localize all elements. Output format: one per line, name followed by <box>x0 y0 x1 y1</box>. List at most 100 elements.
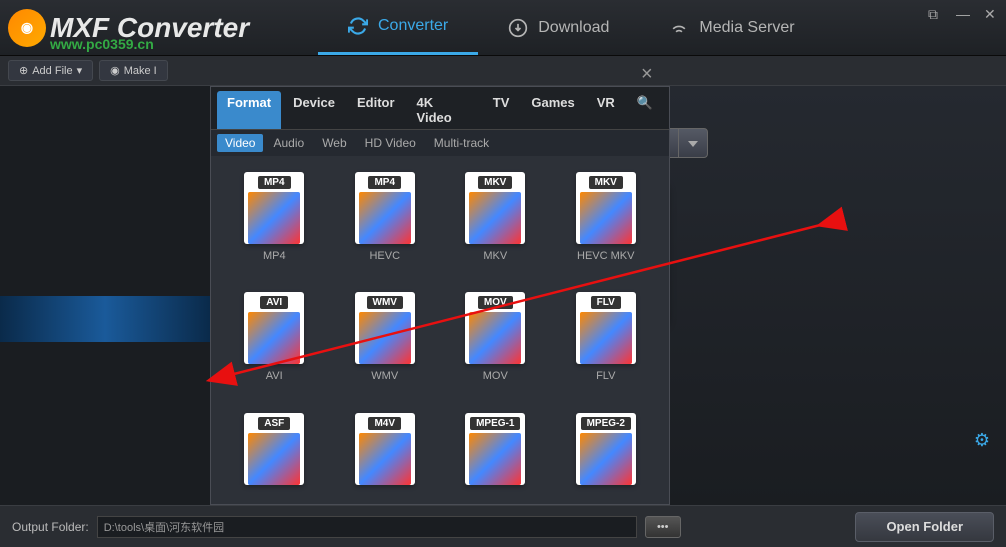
format-popup: × Format Device Editor 4K Video TV Games… <box>210 86 670 505</box>
format-item-hevc[interactable]: MP4 HEVC <box>334 168 437 280</box>
settings-button[interactable]: ⚙ <box>974 430 990 451</box>
format-thumb <box>359 192 411 244</box>
format-badge: MOV <box>478 296 513 309</box>
format-icon: M4V <box>355 413 415 485</box>
popup-tab-tv[interactable]: TV <box>483 91 520 129</box>
format-badge: MP4 <box>368 176 401 189</box>
logo-area: ◉ MXF Converter www.pc0359.cn <box>8 9 308 47</box>
format-thumb <box>359 312 411 364</box>
format-item-asf[interactable]: ASF <box>223 409 326 509</box>
format-item-mkv[interactable]: MKV MKV <box>444 168 547 280</box>
video-thumbnail[interactable] <box>0 296 210 342</box>
format-icon: MP4 <box>244 172 304 244</box>
format-icon: MKV <box>576 172 636 244</box>
format-thumb <box>248 433 300 485</box>
format-badge: MKV <box>589 176 623 189</box>
format-item-flv[interactable]: FLV FLV <box>555 288 658 400</box>
format-grid: MP4 MP4 MP4 HEVC MKV MKV MKV HEVC MKV AV… <box>211 156 669 521</box>
main-tabs: Converter Download Media Server <box>318 0 825 55</box>
format-thumb <box>469 433 521 485</box>
subtab-web[interactable]: Web <box>314 134 354 152</box>
subtab-hd[interactable]: HD Video <box>357 134 424 152</box>
logo-url: www.pc0359.cn <box>50 36 154 52</box>
format-icon: FLV <box>576 292 636 364</box>
make-button[interactable]: ◉ Make I <box>99 60 168 81</box>
format-badge: AVI <box>260 296 288 309</box>
tab-download[interactable]: Download <box>478 0 639 55</box>
format-icon: AVI <box>244 292 304 364</box>
wifi-icon <box>669 18 689 38</box>
format-label: MP4 <box>263 250 286 262</box>
format-badge: MKV <box>478 176 512 189</box>
disc-icon: ◉ <box>110 64 120 77</box>
popup-tab-format[interactable]: Format <box>217 91 281 129</box>
popup-tab-editor[interactable]: Editor <box>347 91 405 129</box>
format-label: FLV <box>596 370 615 382</box>
format-icon: ASF <box>244 413 304 485</box>
tab-converter[interactable]: Converter <box>318 0 478 55</box>
popup-tab-games[interactable]: Games <box>521 91 584 129</box>
window-controls: ⧉ — ✕ <box>928 6 998 20</box>
format-item-mpeg-1[interactable]: MPEG-1 <box>444 409 547 509</box>
format-icon: MPEG-1 <box>465 413 525 485</box>
popup-tab-4k[interactable]: 4K Video <box>407 91 481 129</box>
close-button[interactable]: ✕ <box>984 6 998 20</box>
popup-tab-vr[interactable]: VR <box>587 91 625 129</box>
left-panel <box>0 86 210 505</box>
format-item-hevc-mkv[interactable]: MKV HEVC MKV <box>555 168 658 280</box>
content-area: × Format Device Editor 4K Video TV Games… <box>0 86 1006 505</box>
format-badge: ASF <box>258 417 290 430</box>
open-folder-button[interactable]: Open Folder <box>855 512 994 542</box>
format-icon: MP4 <box>355 172 415 244</box>
minimize-button[interactable]: — <box>956 6 970 20</box>
popup-search-button[interactable]: 🔍 <box>627 91 663 129</box>
refresh-icon <box>348 16 368 36</box>
format-item-avi[interactable]: AVI AVI <box>223 288 326 400</box>
titlebar: ◉ MXF Converter www.pc0359.cn Converter … <box>0 0 1006 56</box>
popup-tabs: Format Device Editor 4K Video TV Games V… <box>211 87 669 130</box>
format-label: HEVC <box>369 250 400 262</box>
plus-icon: ⊕ <box>19 64 28 77</box>
format-item-mov[interactable]: MOV MOV <box>444 288 547 400</box>
format-label: MKV <box>483 250 507 262</box>
chevron-down-icon <box>688 141 698 147</box>
format-badge: MPEG-2 <box>581 417 631 430</box>
format-icon: WMV <box>355 292 415 364</box>
format-thumb <box>469 192 521 244</box>
popup-subtabs: Video Audio Web HD Video Multi-track <box>211 130 669 156</box>
subtab-multitrack[interactable]: Multi-track <box>426 134 497 152</box>
format-item-mp4[interactable]: MP4 MP4 <box>223 168 326 280</box>
add-file-button[interactable]: ⊕ Add File ▾ <box>8 60 93 81</box>
popup-tab-device[interactable]: Device <box>283 91 345 129</box>
format-icon: MKV <box>465 172 525 244</box>
restore-button[interactable]: ⧉ <box>928 6 942 20</box>
output-label: Output Folder: <box>12 520 89 534</box>
dropdown-arrow-icon: ▾ <box>77 64 83 77</box>
format-item-wmv[interactable]: WMV WMV <box>334 288 437 400</box>
format-label: MOV <box>483 370 508 382</box>
format-icon: MOV <box>465 292 525 364</box>
format-thumb <box>248 192 300 244</box>
popup-close-button[interactable]: × <box>641 63 661 83</box>
format-item-m4v[interactable]: M4V <box>334 409 437 509</box>
format-badge: MP4 <box>258 176 291 189</box>
toolbar: ⊕ Add File ▾ ◉ Make I <box>0 56 1006 86</box>
format-icon: MPEG-2 <box>576 413 636 485</box>
format-thumb <box>248 312 300 364</box>
format-badge: WMV <box>367 296 403 309</box>
format-thumb <box>580 192 632 244</box>
subtab-audio[interactable]: Audio <box>265 134 312 152</box>
tab-media-server[interactable]: Media Server <box>639 0 824 55</box>
format-thumb <box>359 433 411 485</box>
format-label: WMV <box>371 370 398 382</box>
download-icon <box>508 18 528 38</box>
format-item-mpeg-2[interactable]: MPEG-2 <box>555 409 658 509</box>
format-thumb <box>580 433 632 485</box>
subtab-video[interactable]: Video <box>217 134 263 152</box>
format-badge: MPEG-1 <box>470 417 520 430</box>
format-thumb <box>469 312 521 364</box>
format-thumb <box>580 312 632 364</box>
logo-icon: ◉ <box>8 9 46 47</box>
format-label: HEVC MKV <box>577 250 634 262</box>
format-label: AVI <box>266 370 283 382</box>
